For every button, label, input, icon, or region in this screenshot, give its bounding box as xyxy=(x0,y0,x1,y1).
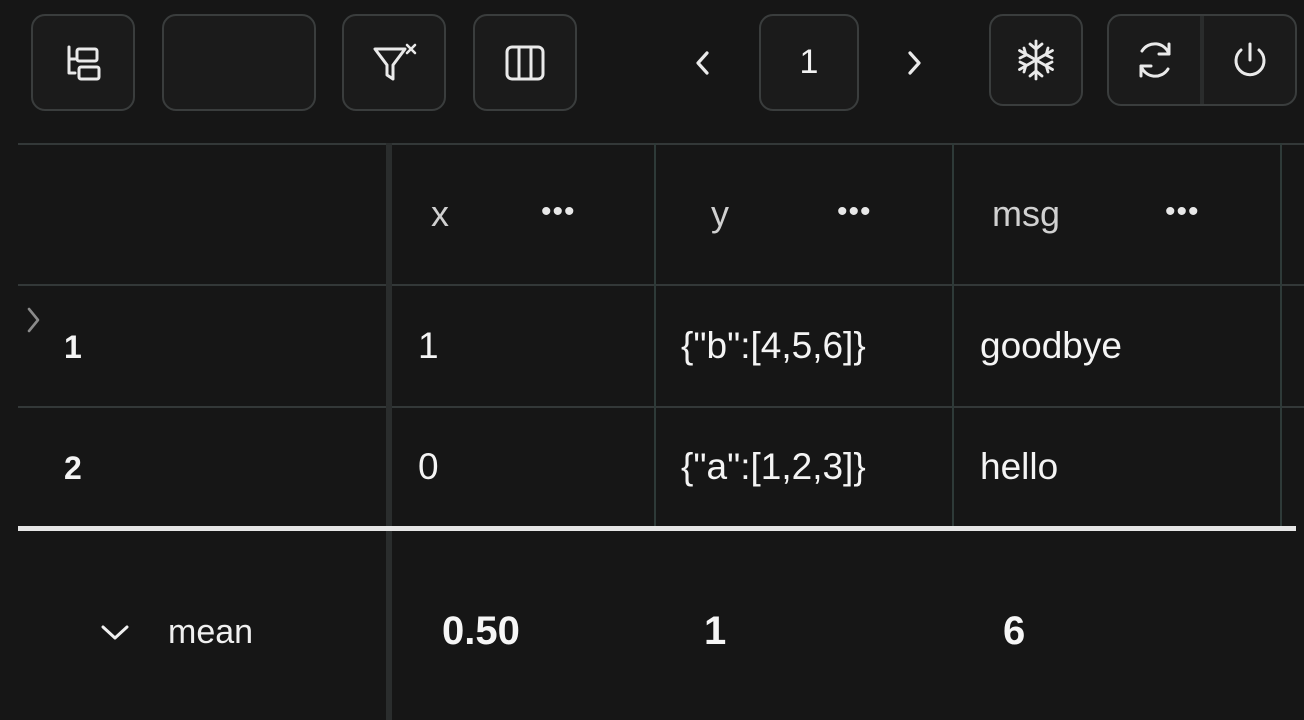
column-menu-button[interactable]: ••• xyxy=(541,195,576,229)
page-number-input[interactable]: 1 xyxy=(759,14,859,111)
footer-divider xyxy=(18,526,1296,531)
next-page-button[interactable] xyxy=(894,38,934,88)
column-header-x[interactable]: x ••• xyxy=(394,143,654,285)
table-cell[interactable]: {"a":[1,2,3]} xyxy=(681,408,866,526)
filter-clear-icon xyxy=(373,43,417,80)
toolbar: 1 xyxy=(0,0,1304,130)
aggregate-value: 6 xyxy=(1003,609,1026,653)
aggregate-selector[interactable]: mean xyxy=(98,613,253,652)
row-index: 1 xyxy=(64,328,82,365)
chevron-down-icon xyxy=(101,625,129,639)
table-cell[interactable]: 1 xyxy=(418,286,439,406)
column-divider xyxy=(1280,143,1282,526)
aggregate-value: 0.50 xyxy=(442,609,520,653)
data-grid: x ••• y ••• msg ••• 1 1 {"b":[4,5,6]} go… xyxy=(18,143,1304,720)
power-icon xyxy=(1234,42,1265,77)
row-divider xyxy=(18,406,1304,408)
chevron-right-icon xyxy=(908,51,921,75)
table-cell[interactable]: goodbye xyxy=(980,286,1122,406)
table-cell[interactable]: 0 xyxy=(418,408,439,526)
column-header-label: x xyxy=(431,193,449,234)
snowflake-icon xyxy=(1018,39,1054,81)
column-header-label: y xyxy=(711,193,729,234)
column-header-label: msg xyxy=(992,193,1061,234)
aggregate-label: mean xyxy=(168,613,254,651)
column-header-msg[interactable]: msg ••• xyxy=(954,143,1280,285)
search-input[interactable] xyxy=(162,14,316,111)
table-cell[interactable]: {"b":[4,5,6]} xyxy=(681,286,866,406)
table-cell[interactable]: hello xyxy=(980,408,1058,526)
tree-view-button[interactable] xyxy=(31,14,135,111)
aggregate-value: 1 xyxy=(704,609,727,653)
column-menu-button[interactable]: ••• xyxy=(837,195,872,229)
pinned-column-divider[interactable] xyxy=(386,143,392,720)
refresh-icon xyxy=(1139,42,1170,78)
chevron-right-icon xyxy=(27,307,40,333)
prev-page-button[interactable] xyxy=(683,38,723,88)
chevron-left-icon xyxy=(696,51,709,75)
page-number: 1 xyxy=(799,43,819,81)
refresh-button[interactable] xyxy=(1109,16,1200,104)
tree-view-icon xyxy=(67,45,101,80)
refresh-power-group xyxy=(1107,14,1297,106)
row-expand-button[interactable] xyxy=(24,303,44,342)
clear-filters-button[interactable] xyxy=(342,14,446,111)
column-header-y[interactable]: y ••• xyxy=(656,143,952,285)
columns-button[interactable] xyxy=(473,14,577,111)
freeze-button[interactable] xyxy=(989,14,1083,106)
row-index: 2 xyxy=(64,449,82,486)
columns-icon xyxy=(505,45,545,80)
power-button[interactable] xyxy=(1200,16,1295,104)
column-menu-button[interactable]: ••• xyxy=(1165,195,1200,229)
